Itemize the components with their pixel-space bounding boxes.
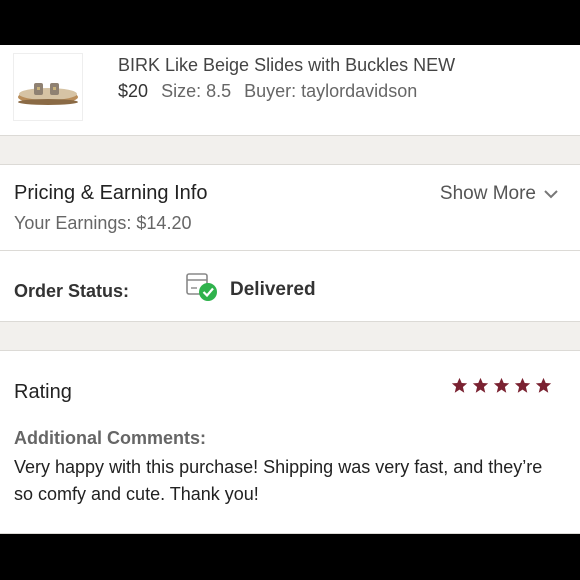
order-status-section: Order Status: Delivered <box>0 251 580 321</box>
earnings-text: Your Earnings: $14.20 <box>14 213 192 233</box>
order-status-value: Delivered <box>230 279 316 300</box>
section-divider <box>0 135 580 165</box>
order-details-screen: BIRK Like Beige Slides with Buckles NEW … <box>0 45 580 534</box>
section-divider <box>0 321 580 351</box>
item-meta: $20 Size: 8.5 Buyer: taylordavidson <box>118 81 425 102</box>
buyer-name[interactable]: Buyer: taylordavidson <box>244 81 417 101</box>
item-thumbnail[interactable] <box>13 53 83 121</box>
star-rating <box>451 377 552 394</box>
order-status-label: Order Status: <box>14 281 130 301</box>
box-check-icon <box>186 273 217 301</box>
star-icon <box>514 377 531 393</box>
pricing-section: Pricing & Earning Info Your Earnings: $1… <box>0 165 580 251</box>
rating-section: Rating Additional Comments: Very happy w… <box>0 351 580 534</box>
pricing-title: Pricing & Earning Info <box>14 182 208 204</box>
star-icon <box>472 377 489 393</box>
show-more-label: Show More <box>439 183 536 204</box>
star-icon <box>493 377 510 393</box>
chevron-down-icon <box>544 190 558 199</box>
item-title[interactable]: BIRK Like Beige Slides with Buckles NEW <box>118 55 455 76</box>
item-price: $20 <box>118 81 149 101</box>
item-summary[interactable]: BIRK Like Beige Slides with Buckles NEW … <box>0 45 580 135</box>
star-icon <box>535 377 552 393</box>
show-more-button[interactable]: Show More <box>440 183 558 205</box>
star-icon <box>451 377 468 393</box>
item-size: Size: 8.5 <box>161 81 232 101</box>
sandal-image <box>18 83 78 105</box>
additional-comments-text: Very happy with this purchase! Shipping … <box>14 457 543 504</box>
additional-comments-label: Additional Comments: <box>14 428 206 448</box>
rating-title: Rating <box>14 381 72 403</box>
